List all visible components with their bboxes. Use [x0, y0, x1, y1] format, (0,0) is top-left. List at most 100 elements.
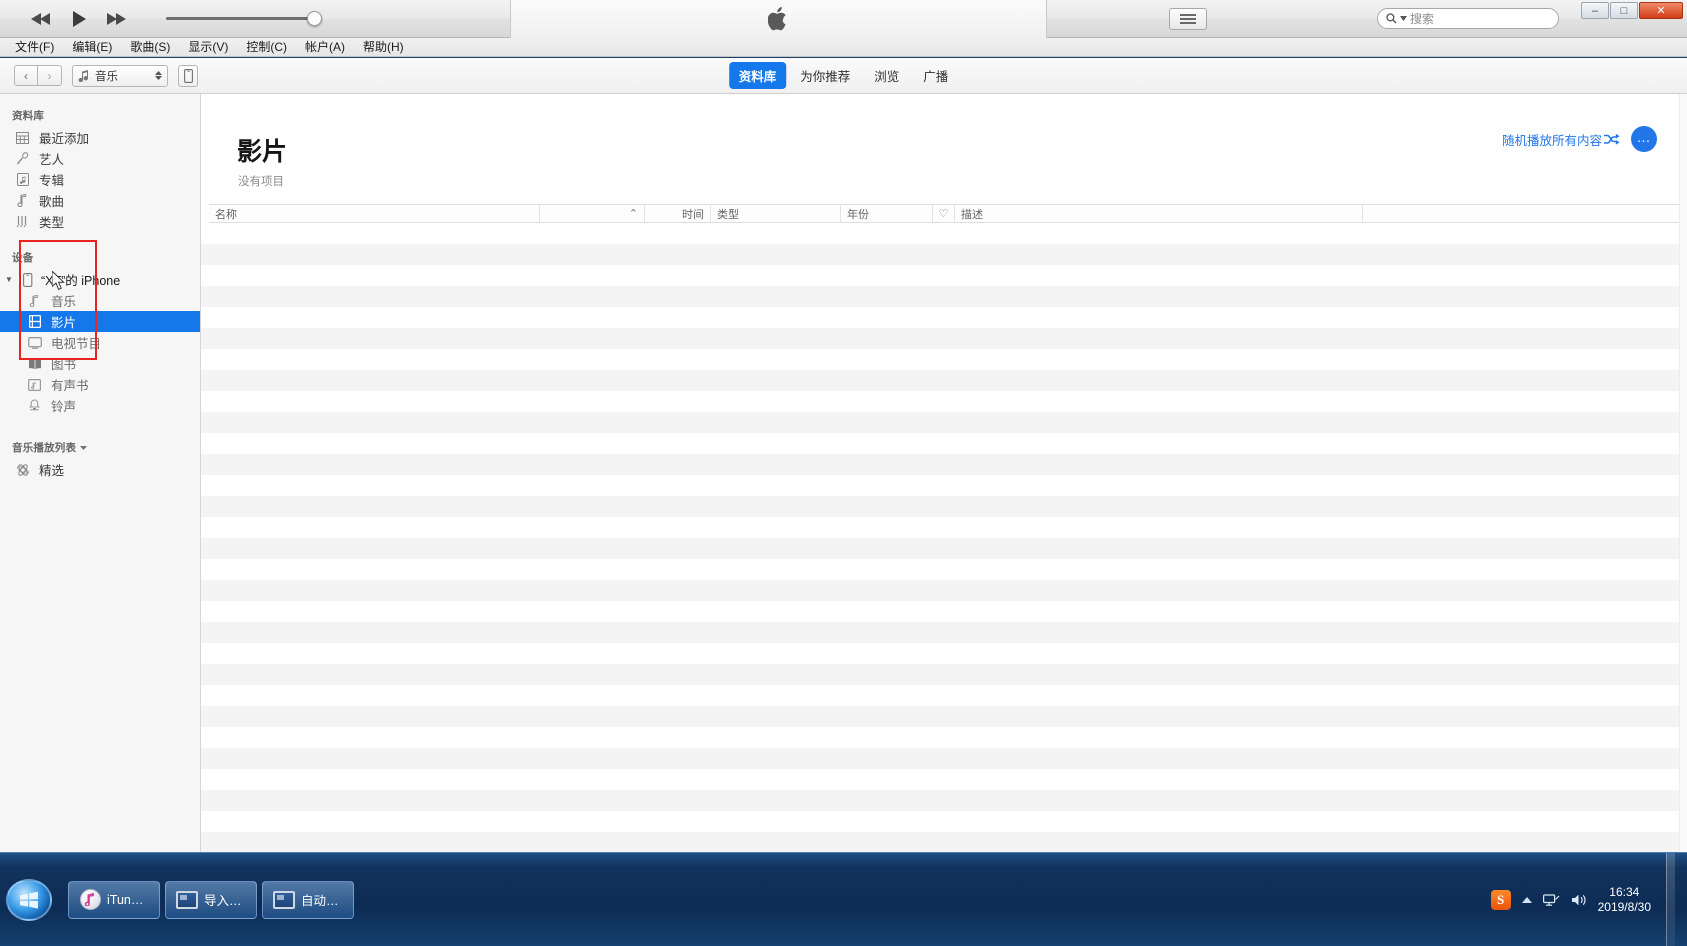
sidebar-item-device-ringtones[interactable]: 铃声 — [0, 395, 200, 416]
table-row[interactable] — [201, 559, 1687, 580]
speaker-icon[interactable] — [1571, 893, 1587, 907]
disclosure-triangle-icon[interactable]: ▼ — [4, 275, 14, 284]
volume-slider[interactable] — [166, 11, 322, 26]
table-row[interactable] — [201, 307, 1687, 328]
column-header-time[interactable]: 时间 — [644, 204, 710, 223]
show-desktop-button[interactable] — [1666, 853, 1675, 946]
shuffle-all-button[interactable]: 随机播放所有内容 — [1502, 130, 1620, 149]
title-bar: 搜索 – □ ✕ — [0, 0, 1687, 38]
back-button[interactable]: ‹ — [14, 65, 38, 86]
sidebar-item-device-music[interactable]: 音乐 — [0, 290, 200, 311]
table-row[interactable] — [201, 349, 1687, 370]
close-button[interactable]: ✕ — [1639, 2, 1683, 19]
table-row[interactable] — [201, 244, 1687, 265]
header-actions: 随机播放所有内容 … — [1502, 126, 1657, 152]
table-row[interactable] — [201, 664, 1687, 685]
rewind-icon[interactable] — [30, 12, 52, 26]
menu-item-view[interactable]: 显示(V) — [179, 38, 237, 56]
vertical-scrollbar[interactable] — [1679, 94, 1687, 852]
device-name-label: “XT”的 iPhone — [41, 274, 121, 288]
sogou-ime-icon[interactable]: S — [1490, 890, 1511, 910]
table-row[interactable] — [201, 643, 1687, 664]
table-row[interactable] — [201, 685, 1687, 706]
network-icon[interactable] — [1542, 893, 1560, 907]
table-row[interactable] — [201, 454, 1687, 475]
music-note-icon — [78, 69, 89, 82]
play-icon[interactable] — [70, 10, 88, 28]
show-hidden-icons-button[interactable] — [1521, 896, 1532, 904]
more-options-button[interactable]: … — [1631, 126, 1657, 152]
grid-icon — [14, 131, 31, 144]
sidebar-label: 最近添加 — [39, 132, 90, 146]
sidebar-item-device[interactable]: ▼ “XT”的 iPhone — [0, 269, 200, 290]
tab-radio[interactable]: 广播 — [913, 62, 958, 89]
forward-button[interactable]: › — [38, 65, 62, 86]
table-row[interactable] — [201, 727, 1687, 748]
table-row[interactable] — [201, 286, 1687, 307]
sidebar-item-recently-added[interactable]: 最近添加 — [0, 127, 200, 148]
taskbar-item-itunes[interactable]: iTun… — [68, 880, 160, 919]
sidebar-item-device-audiobooks[interactable]: 有声书 — [0, 374, 200, 395]
sidebar-item-device-books[interactable]: 图书 — [0, 353, 200, 374]
sidebar-item-songs[interactable]: 歌曲 — [0, 190, 200, 211]
sidebar-item-genres[interactable]: 类型 — [0, 211, 200, 232]
column-header-name[interactable]: 名称 — [209, 204, 539, 223]
table-row[interactable] — [201, 622, 1687, 643]
table-row[interactable] — [201, 790, 1687, 811]
menu-item-song[interactable]: 歌曲(S) — [121, 38, 179, 56]
taskbar-item-auto[interactable]: 自动… — [262, 880, 354, 919]
device-button[interactable] — [178, 64, 198, 87]
table-row[interactable] — [201, 475, 1687, 496]
start-button[interactable] — [6, 878, 52, 921]
table-row[interactable] — [201, 412, 1687, 433]
volume-track[interactable] — [166, 11, 322, 26]
nav-left-group: ‹ › 音乐 — [0, 64, 198, 87]
table-row[interactable] — [201, 706, 1687, 727]
table-row[interactable] — [201, 328, 1687, 349]
column-header-kind[interactable]: 类型 — [710, 204, 840, 223]
tab-for-you[interactable]: 为你推荐 — [790, 62, 860, 89]
table-row[interactable] — [201, 517, 1687, 538]
clock[interactable]: 16:34 2019/8/30 — [1598, 885, 1651, 915]
book-icon — [26, 358, 43, 370]
menu-item-edit[interactable]: 编辑(E) — [63, 38, 121, 56]
sidebar-item-device-movies[interactable]: 影片 — [0, 311, 200, 332]
menu-item-file[interactable]: 文件(F) — [6, 38, 63, 56]
table-row[interactable] — [201, 580, 1687, 601]
menu-item-controls[interactable]: 控制(C) — [237, 38, 296, 56]
maximize-button[interactable]: □ — [1610, 2, 1638, 19]
column-header-description[interactable]: 描述 — [954, 204, 1362, 223]
search-input[interactable]: 搜索 — [1377, 8, 1559, 29]
table-row[interactable] — [201, 538, 1687, 559]
volume-knob[interactable] — [307, 11, 322, 26]
table-row[interactable] — [201, 811, 1687, 832]
table-row[interactable] — [201, 832, 1687, 852]
sidebar-item-genius[interactable]: 精选 — [0, 459, 200, 480]
table-row[interactable] — [201, 601, 1687, 622]
table-row[interactable] — [201, 496, 1687, 517]
sidebar-item-artists[interactable]: 艺人 — [0, 148, 200, 169]
table-row[interactable] — [201, 265, 1687, 286]
sidebar-section-playlists[interactable]: 音乐播放列表 — [0, 434, 200, 459]
table-row[interactable] — [201, 370, 1687, 391]
table-row[interactable] — [201, 769, 1687, 790]
tab-browse[interactable]: 浏览 — [864, 62, 909, 89]
table-row[interactable] — [201, 433, 1687, 454]
sort-ascending-icon[interactable]: ⌃ — [539, 204, 644, 223]
fast-forward-icon[interactable] — [106, 12, 128, 26]
table-row[interactable] — [201, 748, 1687, 769]
tab-library[interactable]: 资料库 — [728, 62, 787, 89]
column-header-love[interactable]: ♡ — [932, 204, 954, 223]
menu-item-account[interactable]: 帐户(A) — [296, 38, 354, 56]
sidebar-item-device-tvshows[interactable]: 电视节目 — [0, 332, 200, 353]
taskbar-item-import[interactable]: 导入… — [165, 880, 257, 919]
table-row[interactable] — [201, 391, 1687, 412]
menu-item-help[interactable]: 帮助(H) — [354, 38, 413, 56]
column-header-year[interactable]: 年份 — [840, 204, 932, 223]
table-row[interactable] — [201, 223, 1687, 244]
media-type-selector[interactable]: 音乐 — [72, 64, 168, 87]
media-type-label: 音乐 — [95, 70, 118, 83]
minimize-button[interactable]: – — [1581, 2, 1609, 19]
sidebar-item-albums[interactable]: 专辑 — [0, 169, 200, 190]
list-view-button[interactable] — [1169, 7, 1207, 30]
